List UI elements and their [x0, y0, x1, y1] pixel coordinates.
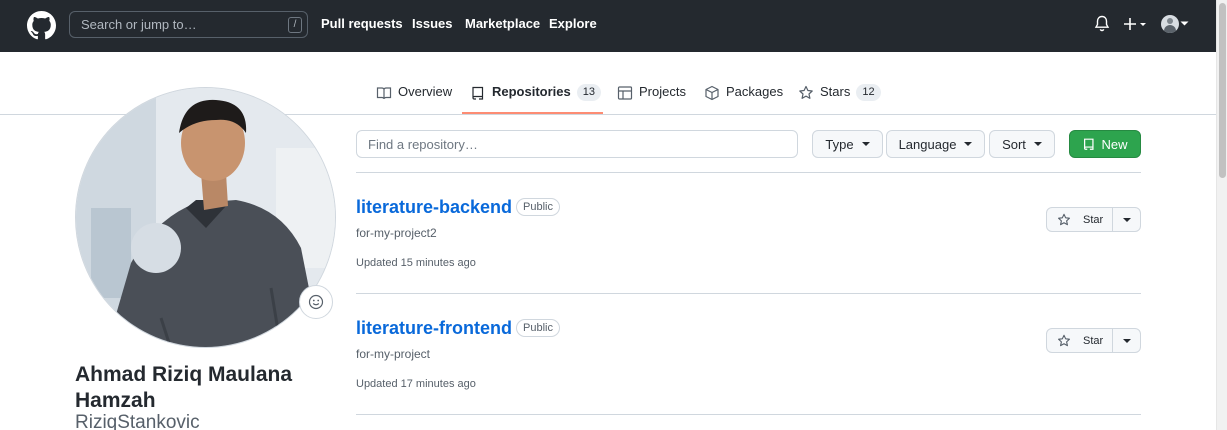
repo-name-link[interactable]: literature-backend — [356, 197, 512, 218]
list-divider — [356, 414, 1141, 415]
book-icon — [376, 87, 392, 100]
star-icon — [799, 85, 813, 99]
visibility-badge: Public — [516, 319, 560, 337]
tab-projects-label: Projects — [639, 84, 686, 99]
tab-repositories-label: Repositories — [492, 84, 571, 99]
type-filter-button[interactable]: Type — [812, 130, 883, 158]
star-icon — [1058, 334, 1070, 346]
repo-updated-time: Updated 17 minutes ago — [356, 378, 476, 390]
nav-explore[interactable]: Explore — [549, 16, 597, 31]
sort-filter-button[interactable]: Sort — [989, 130, 1055, 158]
star-button-label: Star — [1083, 334, 1104, 347]
tab-overview-label: Overview — [398, 84, 453, 99]
table-icon — [617, 86, 633, 100]
scrollbar-thumb[interactable] — [1219, 3, 1226, 178]
star-button[interactable]: Star — [1047, 208, 1113, 231]
profile-avatar[interactable] — [75, 87, 336, 348]
repo-description: for-my-project — [356, 347, 431, 361]
tab-stars-label: Stars — [820, 84, 851, 99]
global-header: Search or jump to… / Pull requests Issue… — [0, 0, 1216, 52]
profile-fullname: Ahmad Riziq Maulana Hamzah — [75, 363, 293, 412]
star-list-dropdown[interactable] — [1113, 208, 1140, 231]
caret-down-icon — [1033, 142, 1042, 146]
tab-packages[interactable]: Packages — [704, 84, 783, 114]
tab-projects[interactable]: Projects — [617, 84, 686, 114]
caret-down-icon — [964, 142, 973, 146]
stars-count: 12 — [856, 84, 881, 101]
star-button[interactable]: Star — [1047, 329, 1113, 352]
notifications-bell-icon[interactable] — [1094, 15, 1110, 33]
search-placeholder: Search or jump to… — [81, 17, 197, 32]
tab-packages-label: Packages — [726, 84, 784, 99]
github-logo-icon[interactable] — [27, 11, 56, 40]
sort-filter-label: Sort — [1002, 136, 1026, 152]
search-input[interactable]: Search or jump to… / — [69, 11, 308, 38]
repo-icon — [472, 86, 484, 100]
language-filter-button[interactable]: Language — [886, 130, 985, 158]
repo-description: for-my-project2 — [356, 226, 437, 240]
star-button-group: Star — [1046, 207, 1141, 232]
repo-icon — [1084, 138, 1095, 150]
find-repository-placeholder: Find a repository… — [368, 137, 478, 152]
star-icon — [1058, 213, 1070, 225]
nav-issues[interactable]: Issues — [412, 16, 452, 31]
nav-pull-requests[interactable]: Pull requests — [321, 16, 403, 31]
set-status-button[interactable] — [299, 285, 333, 319]
star-button-group: Star — [1046, 328, 1141, 353]
nav-marketplace[interactable]: Marketplace — [465, 16, 540, 31]
repo-updated-time: Updated 15 minutes ago — [356, 257, 476, 269]
new-button-label: New — [1101, 136, 1128, 152]
smiley-icon — [308, 294, 324, 310]
new-repository-button[interactable]: New — [1069, 130, 1141, 158]
tab-repositories[interactable]: Repositories 13 — [470, 84, 601, 114]
user-avatar-menu[interactable] — [1161, 15, 1179, 33]
repo-name-link[interactable]: literature-frontend — [356, 318, 512, 339]
package-icon — [705, 85, 719, 101]
star-list-dropdown[interactable] — [1113, 329, 1140, 352]
profile-photo — [76, 88, 335, 347]
list-divider — [356, 172, 1141, 173]
profile-username: RiziqStankovic — [75, 412, 200, 430]
caret-down-icon — [1122, 217, 1131, 222]
search-shortcut-badge: / — [288, 17, 302, 33]
tab-overview[interactable]: Overview — [376, 84, 452, 114]
star-button-label: Star — [1083, 213, 1104, 226]
caret-down-icon — [861, 142, 870, 146]
page-scrollbar[interactable] — [1216, 0, 1227, 430]
find-repository-input[interactable]: Find a repository… — [356, 130, 798, 158]
caret-down-icon — [1122, 338, 1131, 343]
repositories-count: 13 — [576, 84, 601, 101]
create-new-plus-icon[interactable] — [1123, 15, 1149, 33]
tab-stars[interactable]: Stars 12 — [798, 84, 881, 114]
language-filter-label: Language — [898, 136, 957, 152]
list-divider — [356, 293, 1141, 294]
avatar-caret-icon[interactable] — [1180, 21, 1189, 27]
type-filter-label: Type — [825, 136, 854, 152]
visibility-badge: Public — [516, 198, 560, 216]
